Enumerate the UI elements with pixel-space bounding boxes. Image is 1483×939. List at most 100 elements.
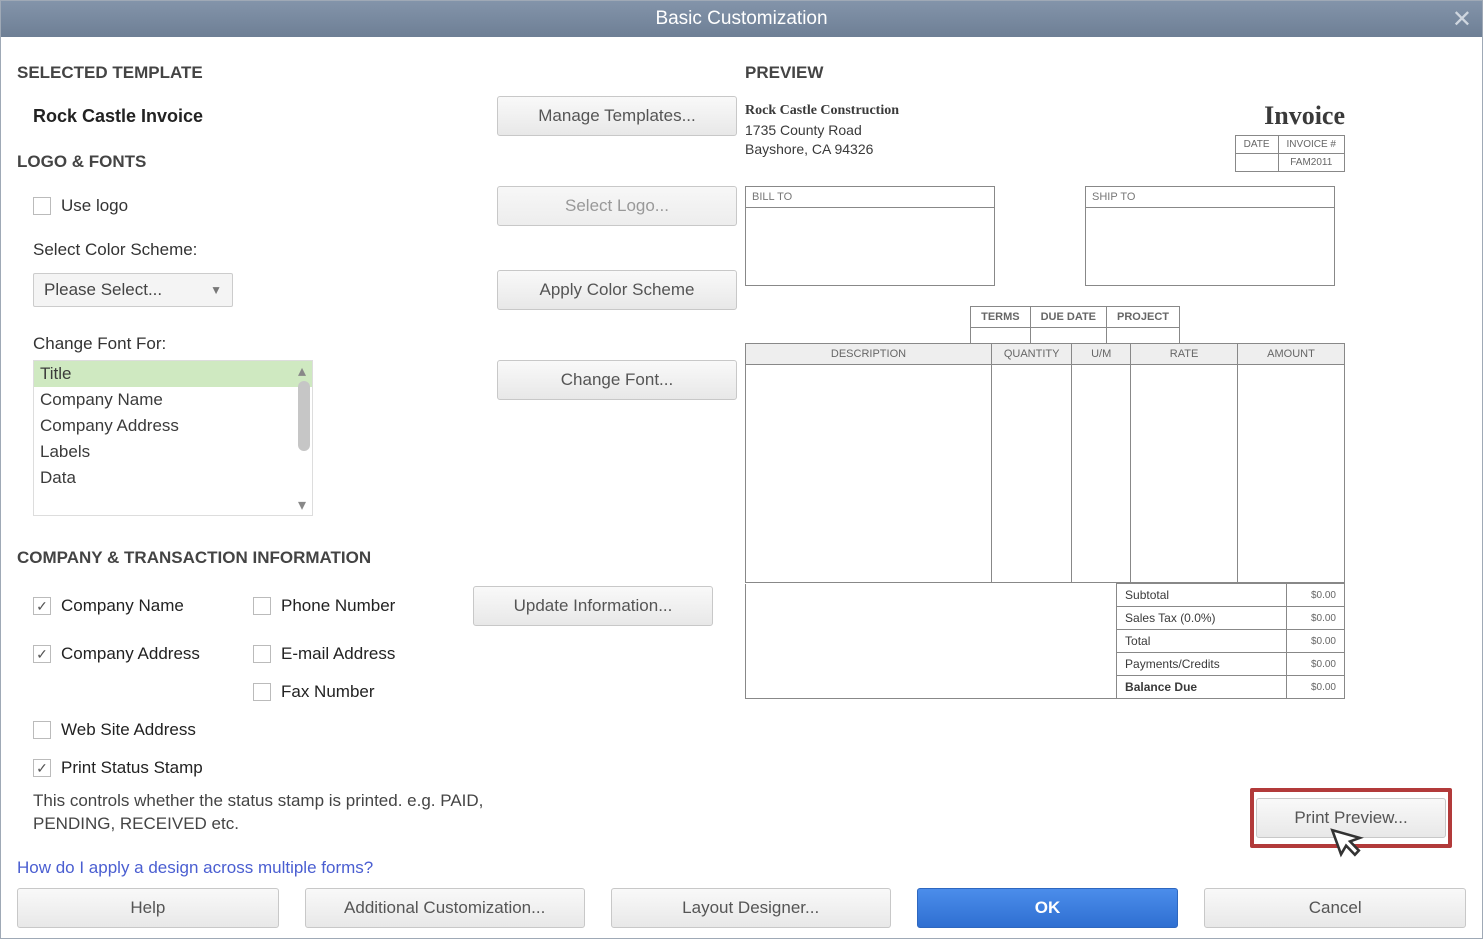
change-font-button[interactable]: Change Font... xyxy=(497,360,737,400)
window-title: Basic Customization xyxy=(655,8,827,30)
print-preview-button[interactable]: Print Preview... xyxy=(1256,798,1446,838)
scroll-thumb[interactable] xyxy=(298,381,310,451)
use-logo-label: Use logo xyxy=(61,196,128,216)
fax-checkbox-row[interactable]: Fax Number xyxy=(253,682,473,702)
font-item-company-name[interactable]: Company Name xyxy=(34,387,312,413)
print-stamp-checkbox[interactable]: ✓ xyxy=(33,759,51,777)
email-checkbox-row[interactable]: E-mail Address xyxy=(253,644,473,664)
additional-customization-button[interactable]: Additional Customization... xyxy=(305,888,585,928)
col-quantity: QUANTITY xyxy=(992,344,1072,365)
layout-designer-button[interactable]: Layout Designer... xyxy=(611,888,891,928)
project-header: PROJECT xyxy=(1107,307,1180,328)
font-item-company-address[interactable]: Company Address xyxy=(34,413,312,439)
titlebar: Basic Customization ✕ xyxy=(1,1,1482,37)
change-font-for-label: Change Font For: xyxy=(33,334,737,354)
preview-header: PREVIEW xyxy=(745,63,1466,83)
left-pane: SELECTED TEMPLATE Rock Castle Invoice Ma… xyxy=(17,55,737,878)
font-item-labels[interactable]: Labels xyxy=(34,439,312,465)
font-list[interactable]: Title Company Name Company Address Label… xyxy=(33,360,313,516)
col-description: DESCRIPTION xyxy=(746,344,992,365)
print-stamp-label: Print Status Stamp xyxy=(61,758,203,778)
scroll-down-icon[interactable]: ▾ xyxy=(292,495,312,515)
company-name-checkbox[interactable]: ✓ xyxy=(33,597,51,615)
preview-addr-line2: Bayshore, CA 94326 xyxy=(745,140,899,160)
update-information-button[interactable]: Update Information... xyxy=(473,586,713,626)
color-scheme-dropdown[interactable]: Please Select... ▼ xyxy=(33,273,233,307)
use-logo-checkbox[interactable] xyxy=(33,197,51,215)
terms-table: TERMS DUE DATE PROJECT xyxy=(970,306,1180,344)
logo-fonts-header: LOGO & FONTS xyxy=(17,152,737,172)
subtotal-label: Subtotal xyxy=(1117,584,1287,607)
content-area: SELECTED TEMPLATE Rock Castle Invoice Ma… xyxy=(1,37,1482,878)
scroll-track[interactable] xyxy=(292,381,312,495)
balance-value: $0.00 xyxy=(1286,676,1344,699)
ok-button[interactable]: OK xyxy=(917,888,1179,928)
shipto-label: SHIP TO xyxy=(1086,187,1334,208)
help-button[interactable]: Help xyxy=(17,888,279,928)
preview-company-name: Rock Castle Construction xyxy=(745,101,899,121)
footer-bar: Help Additional Customization... Layout … xyxy=(1,878,1482,938)
phone-checkbox-row[interactable]: Phone Number xyxy=(253,586,473,626)
use-logo-checkbox-row[interactable]: Use logo xyxy=(33,196,128,216)
print-stamp-checkbox-row[interactable]: ✓ Print Status Stamp xyxy=(33,758,473,778)
email-label: E-mail Address xyxy=(281,644,395,664)
print-preview-highlight: Print Preview... xyxy=(1250,788,1452,848)
line-items-table: DESCRIPTION QUANTITY U/M RATE AMOUNT xyxy=(745,343,1345,583)
paycred-label: Payments/Credits xyxy=(1117,653,1287,676)
invoice-preview: Rock Castle Construction 1735 County Roa… xyxy=(745,101,1345,699)
totals-table: Subtotal $0.00 Sales Tax (0.0%) $0.00 To… xyxy=(745,583,1345,699)
right-pane: PREVIEW Rock Castle Construction 1735 Co… xyxy=(737,55,1466,878)
company-address-checkbox[interactable]: ✓ xyxy=(33,645,51,663)
cancel-button[interactable]: Cancel xyxy=(1204,888,1466,928)
scroll-up-icon[interactable]: ▴ xyxy=(292,361,312,381)
date-cell xyxy=(1235,154,1278,172)
website-checkbox-row[interactable]: Web Site Address xyxy=(33,720,253,740)
company-info-area: ✓ Company Name Phone Number Update Infor… xyxy=(17,576,737,836)
invoiceno-header: INVOICE # xyxy=(1278,136,1344,154)
use-logo-row: Use logo Select Logo... xyxy=(17,180,737,240)
help-link[interactable]: How do I apply a design across multiple … xyxy=(17,858,737,878)
template-name: Rock Castle Invoice xyxy=(33,106,203,127)
company-address-block: Rock Castle Construction 1735 County Roa… xyxy=(745,101,899,160)
total-label: Total xyxy=(1117,630,1287,653)
col-amount: AMOUNT xyxy=(1238,344,1345,365)
website-checkbox[interactable] xyxy=(33,721,51,739)
selected-template-header: SELECTED TEMPLATE xyxy=(17,63,737,83)
select-logo-button[interactable]: Select Logo... xyxy=(497,186,737,226)
color-scheme-value: Please Select... xyxy=(44,280,162,300)
terms-header: TERMS xyxy=(971,307,1031,328)
company-name-checkbox-row[interactable]: ✓ Company Name xyxy=(33,586,253,626)
total-value: $0.00 xyxy=(1286,630,1344,653)
col-rate: RATE xyxy=(1131,344,1238,365)
company-address-label: Company Address xyxy=(61,644,200,664)
billto-box: BILL TO xyxy=(745,186,995,286)
phone-checkbox[interactable] xyxy=(253,597,271,615)
preview-addr-line1: 1735 County Road xyxy=(745,121,899,141)
fax-label: Fax Number xyxy=(281,682,375,702)
billto-label: BILL TO xyxy=(746,187,994,208)
stamp-hint-text: This controls whether the status stamp i… xyxy=(33,790,553,836)
invoice-title: Invoice xyxy=(1235,101,1345,131)
window: Basic Customization ✕ SELECTED TEMPLATE … xyxy=(0,0,1483,939)
invoiceno-cell: FAM2011 xyxy=(1278,154,1344,172)
col-um: U/M xyxy=(1072,344,1131,365)
font-item-title[interactable]: Title xyxy=(34,361,312,387)
chevron-down-icon: ▼ xyxy=(210,283,222,297)
close-icon[interactable]: ✕ xyxy=(1452,5,1472,34)
color-scheme-label: Select Color Scheme: xyxy=(33,240,737,260)
paycred-value: $0.00 xyxy=(1286,653,1344,676)
email-checkbox[interactable] xyxy=(253,645,271,663)
company-address-checkbox-row[interactable]: ✓ Company Address xyxy=(33,644,253,664)
font-area: Change Font For: Title Company Name Comp… xyxy=(17,320,737,520)
fax-checkbox[interactable] xyxy=(253,683,271,701)
manage-templates-button[interactable]: Manage Templates... xyxy=(497,96,737,136)
company-info-header: COMPANY & TRANSACTION INFORMATION xyxy=(17,548,737,568)
website-label: Web Site Address xyxy=(61,720,196,740)
date-header: DATE xyxy=(1235,136,1278,154)
template-row: Rock Castle Invoice Manage Templates... xyxy=(17,91,737,144)
company-name-label: Company Name xyxy=(61,596,184,616)
duedate-header: DUE DATE xyxy=(1030,307,1106,328)
shipto-box: SHIP TO xyxy=(1085,186,1335,286)
apply-color-scheme-button[interactable]: Apply Color Scheme xyxy=(497,270,737,310)
font-item-data[interactable]: Data xyxy=(34,465,312,491)
